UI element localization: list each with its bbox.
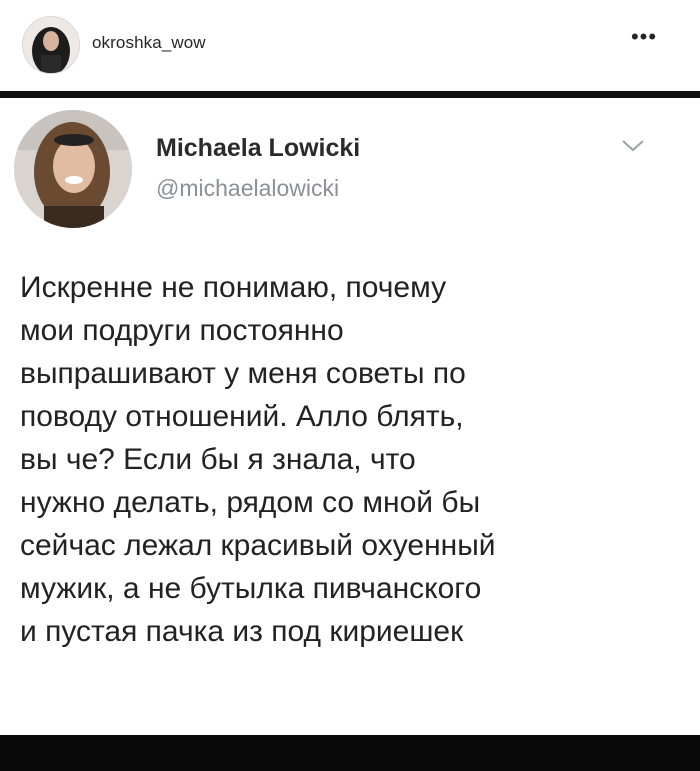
tweet-author-avatar[interactable] [14,110,132,228]
tweet-text-line: вы че? Если бы я знала, что [20,443,416,476]
chevron-down-icon[interactable] [620,138,646,154]
bottom-divider [0,735,700,771]
tweet-text-line: сейчас лежал красивый охуенный [20,529,496,562]
tweet-text-line: мои подруги постоянно [20,314,344,347]
tweet-text-line: поводу отношений. Алло блять, [20,400,464,433]
tweet-handle[interactable]: @michaelalowicki [156,175,339,202]
tweet-card: Michaela Lowicki @michaelalowicki Искрен… [0,98,700,735]
instagram-post: okroshka_wow ••• Michaela Lowicki @micha… [0,0,700,771]
top-divider [0,91,700,98]
tweet-text-line: выпрашивают у меня советы по [20,357,466,390]
tweet-text-line: мужик, а не бутылка пивчанского [20,572,482,605]
tweet-text-line: Искренне не понимаю, почему [20,271,447,304]
post-header: okroshka_wow ••• [0,0,700,92]
username[interactable]: okroshka_wow [92,33,206,53]
tweet-text-line: и пустая пачка из под кириешек [20,615,464,648]
tweet-display-name[interactable]: Michaela Lowicki [156,134,360,163]
tweet-text: Искренне не понимаю, почему мои подруги … [20,266,680,653]
tweet-text-line: нужно делать, рядом со мной бы [20,486,481,519]
profile-photo-icon[interactable] [22,16,80,74]
more-options-icon[interactable]: ••• [624,26,664,50]
